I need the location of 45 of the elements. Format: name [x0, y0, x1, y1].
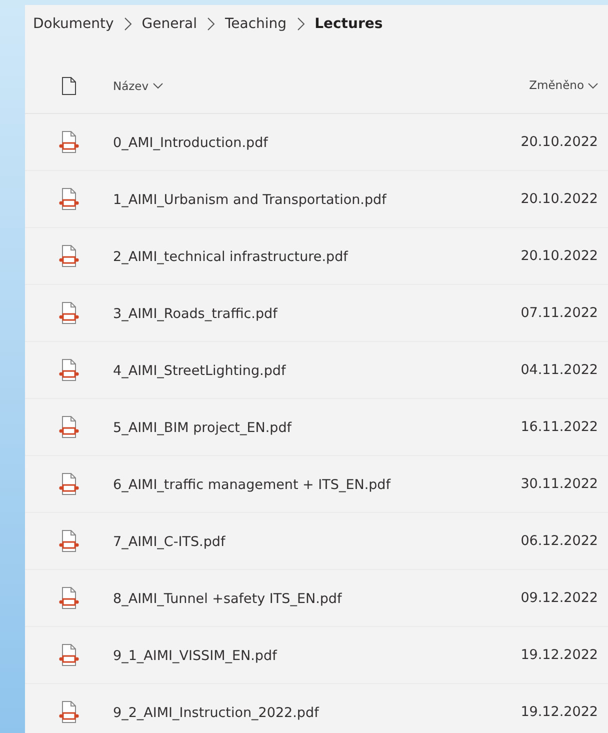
modified-date: 07.11.2022: [520, 304, 598, 322]
modified-date: 19.12.2022: [520, 646, 598, 664]
pdf-file-icon: [59, 473, 79, 495]
modified-date: 30.11.2022: [520, 476, 598, 492]
pdf-file-icon: [59, 245, 79, 267]
pdf-file-icon: [59, 416, 79, 438]
modified-date: 19.12.2022: [520, 704, 598, 720]
chevron-down-icon: [588, 82, 598, 89]
modified-date: 20.10.2022: [520, 248, 598, 264]
pdf-file-icon: [59, 302, 79, 324]
file-name-link[interactable]: 8_AIMI_Tunnel +safety ITS_EN.pdf: [113, 591, 342, 608]
pdf-file-icon: [59, 644, 79, 666]
breadcrumb-link[interactable]: Lectures: [314, 16, 383, 32]
modified-column-header[interactable]: Změněno: [529, 79, 598, 93]
file-name-link[interactable]: 0_AMI_Introduction.pdf: [113, 135, 268, 152]
file-name-link[interactable]: 9_2_AIMI_Instruction_2022.pdf: [113, 705, 319, 722]
breadcrumb-link[interactable]: Teaching: [224, 16, 287, 32]
pdf-file-icon: [59, 587, 79, 609]
file-name-link[interactable]: 9_1_AIMI_VISSIM_EN.pdf: [113, 648, 277, 664]
pdf-file-icon: [59, 188, 79, 210]
file-name-link[interactable]: 4_AIMI_StreetLighting.pdf: [113, 363, 286, 380]
chevron-down-icon: [152, 83, 163, 89]
file-name-link[interactable]: 2_AIMI_technical infrastructure.pdf: [113, 249, 348, 266]
modified-date: 20.10.2022: [520, 134, 598, 150]
pdf-file-icon: [59, 530, 79, 552]
pdf-file-icon: [59, 701, 79, 723]
breadcrumb-link[interactable]: General: [142, 16, 197, 32]
file-name-link[interactable]: 1_AIMI_Urbanism and Transportation.pdf: [113, 192, 386, 208]
name-column-header[interactable]: Název: [113, 79, 163, 93]
file-name-link[interactable]: 6_AIMI_traffic management + ITS_EN.pdf: [113, 477, 391, 494]
file-name-link[interactable]: 3_AIMI_Roads_traffic.pdf: [113, 306, 278, 322]
file-name-link[interactable]: 5_AIMI_BIM project_EN.pdf: [113, 420, 292, 436]
chevron-right-icon: [206, 17, 215, 31]
modified-date: 04.11.2022: [520, 362, 598, 378]
modified-date: 06.12.2022: [520, 532, 598, 550]
modified-date: 16.11.2022: [520, 418, 598, 436]
pdf-file-icon: [59, 131, 79, 153]
file-name-link[interactable]: 7_AIMI_C-ITS.pdf: [113, 534, 226, 550]
chevron-right-icon: [296, 17, 305, 31]
pdf-file-icon: [59, 359, 79, 381]
chevron-right-icon: [124, 17, 132, 31]
modified-date: 09.12.2022: [520, 590, 598, 606]
file-type-icon[interactable]: [62, 77, 76, 95]
breadcrumb-link[interactable]: Dokumenty: [33, 16, 114, 32]
modified-date: 20.10.2022: [520, 190, 598, 208]
